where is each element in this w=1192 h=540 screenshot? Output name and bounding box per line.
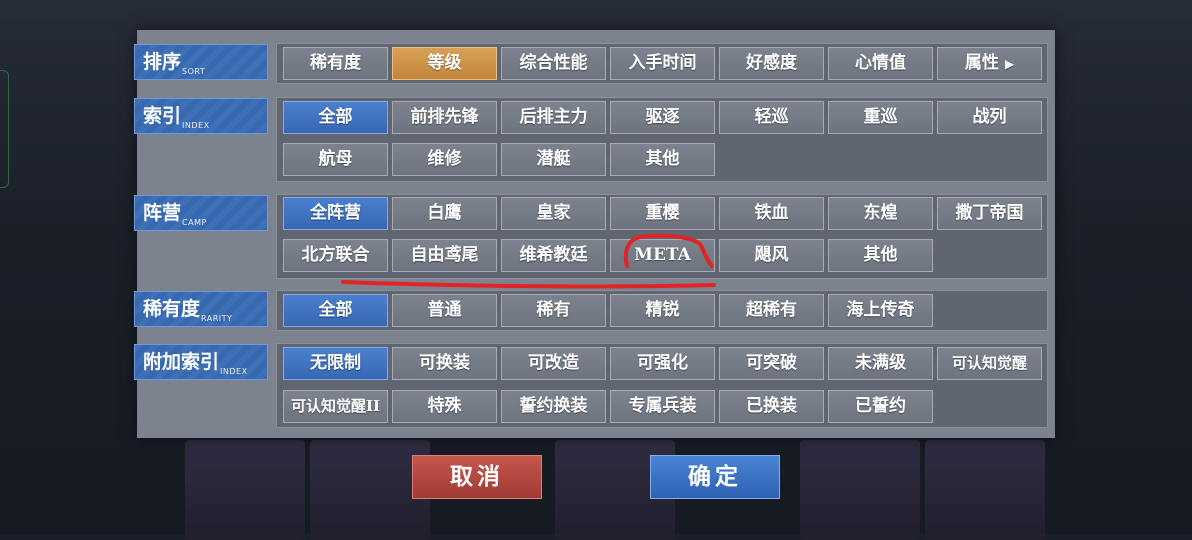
section-title: 阵营 [143, 202, 182, 224]
camp-option[interactable]: 铁血 [719, 197, 824, 230]
index-option[interactable]: 维修 [392, 143, 497, 176]
sort-option-selected[interactable]: 等级 [392, 47, 497, 80]
extra-option-selected[interactable]: 无限制 [283, 347, 388, 380]
sort-option[interactable]: 综合性能 [501, 47, 606, 80]
background-ship-card [185, 440, 305, 540]
index-option-selected[interactable]: 全部 [283, 101, 388, 134]
camp-option-meta[interactable]: META [610, 239, 715, 272]
section-label-camp: 阵营CAMP [134, 195, 268, 231]
extra-option[interactable]: 可改造 [501, 347, 606, 380]
section-subtitle: INDEX [220, 367, 248, 376]
rarity-option[interactable]: 海上传奇 [828, 294, 933, 327]
index-option[interactable]: 其他 [610, 143, 715, 176]
index-option[interactable]: 驱逐 [610, 101, 715, 134]
section-title: 附加索引 [143, 351, 220, 373]
extra-option[interactable]: 可强化 [610, 347, 715, 380]
rarity-option[interactable]: 普通 [392, 294, 497, 327]
extra-option[interactable]: 可突破 [719, 347, 824, 380]
sort-option-attribute[interactable]: 属性 ▶ [937, 47, 1042, 80]
index-option[interactable]: 航母 [283, 143, 388, 176]
camp-option[interactable]: 皇家 [501, 197, 606, 230]
section-subtitle: CAMP [182, 218, 207, 227]
background-ship-card [800, 440, 920, 540]
rarity-option[interactable]: 精锐 [610, 294, 715, 327]
camp-option[interactable]: 飓风 [719, 239, 824, 272]
index-option[interactable]: 重巡 [828, 101, 933, 134]
camp-option[interactable]: 撒丁帝国 [937, 197, 1042, 230]
rarity-option-selected[interactable]: 全部 [283, 294, 388, 327]
sort-option[interactable]: 入手时间 [610, 47, 715, 80]
camp-option[interactable]: 北方联合 [283, 239, 388, 272]
section-label-sort: 排序SORT [134, 44, 268, 80]
sort-option[interactable]: 心情值 [828, 47, 933, 80]
section-title: 索引 [143, 105, 182, 127]
section-label-index: 索引INDEX [134, 98, 268, 134]
sort-option[interactable]: 稀有度 [283, 47, 388, 80]
section-subtitle: SORT [182, 67, 206, 76]
extra-option[interactable]: 已换装 [719, 390, 824, 423]
section-subtitle: RARITY [201, 314, 233, 323]
background-ship-card [925, 440, 1045, 540]
index-option[interactable]: 前排先锋 [392, 101, 497, 134]
camp-option[interactable]: 东煌 [828, 197, 933, 230]
extra-option[interactable]: 专属兵装 [610, 390, 715, 423]
camp-option[interactable]: 自由鸢尾 [392, 239, 497, 272]
index-option[interactable]: 后排主力 [501, 101, 606, 134]
index-option[interactable]: 潜艇 [501, 143, 606, 176]
index-option[interactable]: 轻巡 [719, 101, 824, 134]
rarity-option[interactable]: 稀有 [501, 294, 606, 327]
camp-option[interactable]: 重樱 [610, 197, 715, 230]
section-subtitle: INDEX [182, 121, 210, 130]
section-title: 稀有度 [143, 298, 201, 320]
camp-option-selected[interactable]: 全阵营 [283, 197, 388, 230]
section-label-extra: 附加索引INDEX [134, 344, 268, 380]
extra-option[interactable]: 未满级 [828, 347, 933, 380]
camp-option[interactable]: 白鹰 [392, 197, 497, 230]
section-title: 排序 [143, 51, 182, 73]
triangle-right-icon: ▶ [1004, 57, 1015, 71]
confirm-button[interactable]: 确定 [650, 455, 780, 499]
camp-option[interactable]: 维希教廷 [501, 239, 606, 272]
extra-option[interactable]: 可认知觉醒 [937, 347, 1042, 380]
sort-option[interactable]: 好感度 [719, 47, 824, 80]
sort-option-label: 属性 [964, 53, 999, 73]
extra-option[interactable]: 已誓约 [828, 390, 933, 423]
section-label-rarity: 稀有度RARITY [134, 291, 268, 327]
extra-option[interactable]: 可换装 [392, 347, 497, 380]
camp-option[interactable]: 其他 [828, 239, 933, 272]
extra-option[interactable]: 誓约换装 [501, 390, 606, 423]
left-edge-tab [0, 70, 9, 188]
rarity-option[interactable]: 超稀有 [719, 294, 824, 327]
index-option[interactable]: 战列 [937, 101, 1042, 134]
extra-option[interactable]: 可认知觉醒II [283, 390, 388, 423]
cancel-button[interactable]: 取消 [412, 455, 542, 499]
extra-option[interactable]: 特殊 [392, 390, 497, 423]
